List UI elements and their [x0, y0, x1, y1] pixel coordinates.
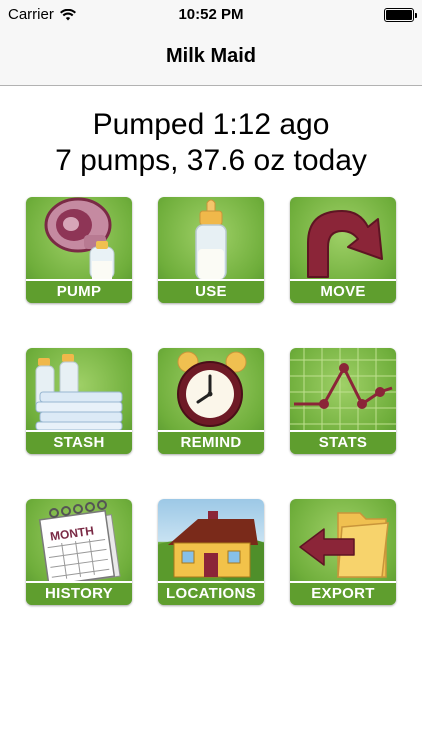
curved-arrow-icon	[307, 210, 383, 278]
status-time: 10:52 PM	[178, 6, 244, 23]
history-label: HISTORY	[26, 581, 132, 605]
export-label: EXPORT	[290, 581, 396, 605]
remind-label: REMIND	[158, 430, 264, 454]
stats-button[interactable]: STATS	[290, 348, 396, 454]
history-button[interactable]: MONTH HISTORY	[26, 499, 132, 605]
calendar-icon: MONTH	[38, 500, 121, 581]
line-graph-icon	[290, 348, 396, 430]
battery-icon	[384, 8, 417, 22]
folder-arrow-icon	[299, 512, 389, 578]
use-button[interactable]: USE	[158, 197, 264, 303]
export-button[interactable]: EXPORT	[290, 499, 396, 605]
alarm-clock-icon	[177, 351, 247, 427]
stash-label: STASH	[26, 430, 132, 454]
daily-total-text: 7 pumps, 37.6 oz today	[55, 144, 367, 177]
page-title: Milk Maid	[165, 45, 256, 67]
pump-summary: Pumped 1:12 ago 7 pumps, 37.6 oz today	[0, 107, 422, 179]
last-pumped-text: Pumped 1:12 ago	[92, 108, 330, 141]
move-button[interactable]: MOVE	[290, 197, 396, 303]
use-label: USE	[158, 279, 264, 303]
bottles-and-bags-icon	[35, 354, 123, 430]
pump-button[interactable]: PUMP	[26, 197, 132, 303]
locations-button[interactable]: LOCATIONS	[158, 499, 264, 605]
battery-fill	[386, 10, 412, 20]
stats-label: STATS	[290, 430, 396, 454]
house-icon	[158, 511, 264, 581]
locations-label: LOCATIONS	[158, 581, 264, 605]
breast-pump-icon	[44, 197, 115, 279]
stash-button[interactable]: STASH	[26, 348, 132, 454]
status-bar: Carrier 10:52 PM	[0, 0, 422, 30]
bottle-icon	[195, 199, 227, 279]
navigation-bar: Milk Maid	[0, 30, 422, 86]
move-label: MOVE	[290, 279, 396, 303]
pump-label: PUMP	[26, 279, 132, 303]
remind-button[interactable]: REMIND	[158, 348, 264, 454]
